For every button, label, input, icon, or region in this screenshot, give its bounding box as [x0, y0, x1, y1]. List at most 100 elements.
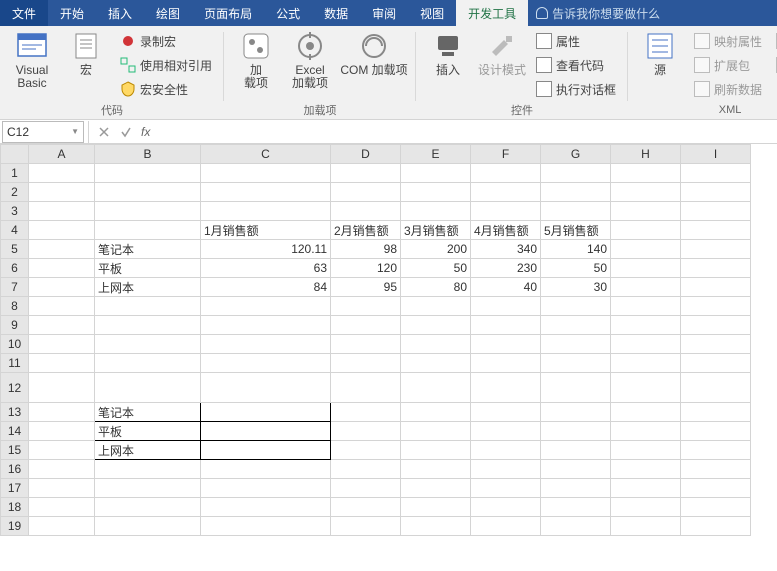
row-header-15[interactable]: 15 — [1, 441, 29, 460]
cell-D12[interactable] — [331, 373, 401, 403]
cell-F18[interactable] — [471, 498, 541, 517]
tab-公式[interactable]: 公式 — [264, 0, 312, 26]
cell-F6[interactable]: 230 — [471, 259, 541, 278]
cell-E16[interactable] — [401, 460, 471, 479]
cell-D8[interactable] — [331, 297, 401, 316]
cell-H8[interactable] — [611, 297, 681, 316]
cell-C10[interactable] — [201, 335, 331, 354]
cell-C1[interactable] — [201, 164, 331, 183]
macro-security-button[interactable]: 宏安全性 — [116, 78, 216, 100]
cell-D4[interactable]: 2月销售额 — [331, 221, 401, 240]
cell-I19[interactable] — [681, 517, 751, 536]
cell-E18[interactable] — [401, 498, 471, 517]
cell-B10[interactable] — [95, 335, 201, 354]
cell-F16[interactable] — [471, 460, 541, 479]
insert-control-button[interactable]: 插入 — [424, 30, 472, 77]
cell-B5[interactable]: 笔记本 — [95, 240, 201, 259]
tab-插入[interactable]: 插入 — [96, 0, 144, 26]
cell-F2[interactable] — [471, 183, 541, 202]
cell-E17[interactable] — [401, 479, 471, 498]
cell-E4[interactable]: 3月销售额 — [401, 221, 471, 240]
row-header-4[interactable]: 4 — [1, 221, 29, 240]
col-header-D[interactable]: D — [331, 145, 401, 164]
cell-A9[interactable] — [29, 316, 95, 335]
cell-F19[interactable] — [471, 517, 541, 536]
cell-G4[interactable]: 5月销售额 — [541, 221, 611, 240]
cell-D10[interactable] — [331, 335, 401, 354]
cell-G19[interactable] — [541, 517, 611, 536]
fx-icon[interactable]: fx — [137, 125, 154, 139]
cell-G16[interactable] — [541, 460, 611, 479]
cell-D17[interactable] — [331, 479, 401, 498]
cell-G10[interactable] — [541, 335, 611, 354]
cell-B13[interactable]: 笔记本 — [95, 403, 201, 422]
cell-E15[interactable] — [401, 441, 471, 460]
cell-E1[interactable] — [401, 164, 471, 183]
cell-C2[interactable] — [201, 183, 331, 202]
cell-H15[interactable] — [611, 441, 681, 460]
col-header-H[interactable]: H — [611, 145, 681, 164]
record-macro-button[interactable]: 录制宏 — [116, 30, 216, 52]
cell-C11[interactable] — [201, 354, 331, 373]
tab-绘图[interactable]: 绘图 — [144, 0, 192, 26]
row-header-10[interactable]: 10 — [1, 335, 29, 354]
cell-A4[interactable] — [29, 221, 95, 240]
cell-G12[interactable] — [541, 373, 611, 403]
cell-B18[interactable] — [95, 498, 201, 517]
xml-source-button[interactable]: 源 — [636, 30, 684, 77]
cell-H3[interactable] — [611, 202, 681, 221]
cell-G11[interactable] — [541, 354, 611, 373]
cell-H18[interactable] — [611, 498, 681, 517]
cell-E14[interactable] — [401, 422, 471, 441]
cell-E8[interactable] — [401, 297, 471, 316]
cell-D1[interactable] — [331, 164, 401, 183]
row-header-5[interactable]: 5 — [1, 240, 29, 259]
cell-A16[interactable] — [29, 460, 95, 479]
cell-E2[interactable] — [401, 183, 471, 202]
row-header-13[interactable]: 13 — [1, 403, 29, 422]
cell-D2[interactable] — [331, 183, 401, 202]
cell-F10[interactable] — [471, 335, 541, 354]
cell-E12[interactable] — [401, 373, 471, 403]
col-header-I[interactable]: I — [681, 145, 751, 164]
tab-file[interactable]: 文件 — [0, 0, 48, 26]
cell-E3[interactable] — [401, 202, 471, 221]
cell-A3[interactable] — [29, 202, 95, 221]
cell-H10[interactable] — [611, 335, 681, 354]
cell-D3[interactable] — [331, 202, 401, 221]
cancel-formula-button[interactable] — [93, 121, 115, 143]
cell-I6[interactable] — [681, 259, 751, 278]
cell-I3[interactable] — [681, 202, 751, 221]
cell-B7[interactable]: 上网本 — [95, 278, 201, 297]
cell-H13[interactable] — [611, 403, 681, 422]
cell-F3[interactable] — [471, 202, 541, 221]
cell-I2[interactable] — [681, 183, 751, 202]
cell-H9[interactable] — [611, 316, 681, 335]
run-dialog-button[interactable]: 执行对话框 — [532, 78, 620, 100]
cell-F1[interactable] — [471, 164, 541, 183]
excel-addins-button[interactable]: Excel 加载项 — [286, 30, 334, 90]
col-header-F[interactable]: F — [471, 145, 541, 164]
row-header-6[interactable]: 6 — [1, 259, 29, 278]
cell-F5[interactable]: 340 — [471, 240, 541, 259]
cell-I12[interactable] — [681, 373, 751, 403]
cell-C17[interactable] — [201, 479, 331, 498]
cell-C5[interactable]: 120.11 — [201, 240, 331, 259]
row-header-19[interactable]: 19 — [1, 517, 29, 536]
cell-A13[interactable] — [29, 403, 95, 422]
cell-A15[interactable] — [29, 441, 95, 460]
cell-B19[interactable] — [95, 517, 201, 536]
row-header-8[interactable]: 8 — [1, 297, 29, 316]
row-header-17[interactable]: 17 — [1, 479, 29, 498]
cell-D19[interactable] — [331, 517, 401, 536]
row-header-18[interactable]: 18 — [1, 498, 29, 517]
cell-I9[interactable] — [681, 316, 751, 335]
cell-B8[interactable] — [95, 297, 201, 316]
cell-E6[interactable]: 50 — [401, 259, 471, 278]
map-properties-button[interactable]: 映射属性 — [690, 30, 766, 52]
cell-I4[interactable] — [681, 221, 751, 240]
expansion-pack-button[interactable]: 扩展包 — [690, 54, 766, 76]
cell-A6[interactable] — [29, 259, 95, 278]
cell-E11[interactable] — [401, 354, 471, 373]
tab-开发工具[interactable]: 开发工具 — [456, 0, 528, 26]
